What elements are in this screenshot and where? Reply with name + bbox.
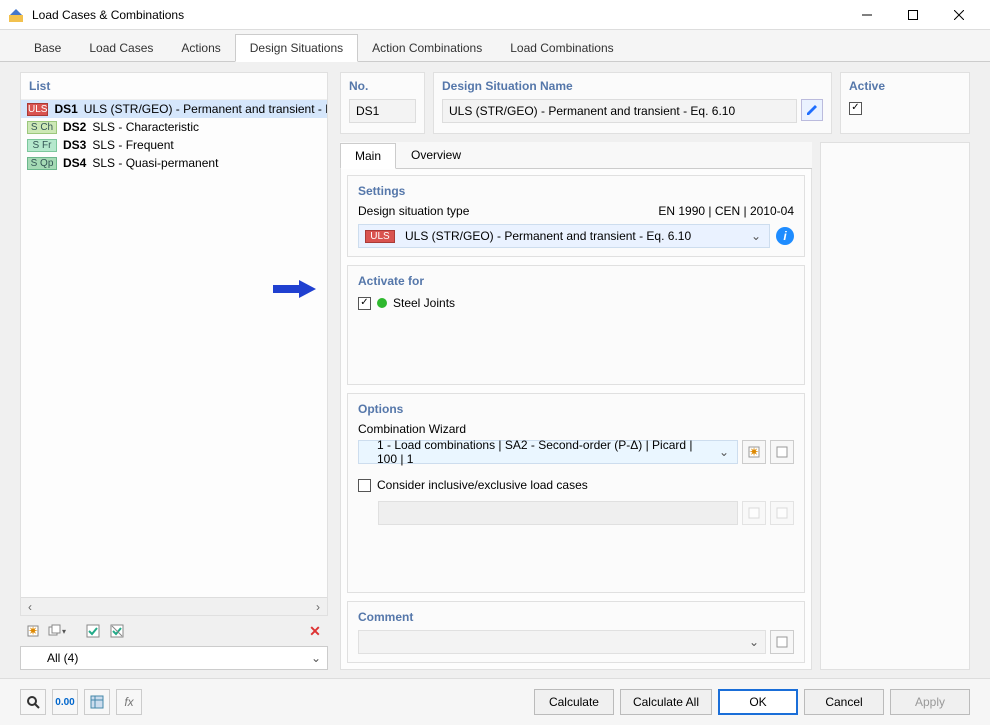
wizard-label: Combination Wizard [358, 422, 794, 436]
activate-card: Activate for Steel Joints [347, 265, 805, 385]
search-tool-button[interactable] [20, 689, 46, 715]
status-dot-icon [377, 298, 387, 308]
wizard-edit-button[interactable] [770, 440, 794, 464]
calculate-button[interactable]: Calculate [534, 689, 614, 715]
badge-sqp: S Qp [27, 157, 57, 170]
copy-item-button[interactable]: ▾ [46, 620, 68, 642]
svg-text:✷: ✷ [749, 445, 759, 459]
comment-edit-button[interactable] [770, 630, 794, 654]
list-hscroll[interactable]: ‹ › [21, 597, 327, 615]
consider-edit-button [770, 501, 794, 525]
standard-label: EN 1990 | CEN | 2010-04 [658, 204, 794, 218]
apply-button[interactable]: Apply [890, 689, 970, 715]
tab-action-combinations[interactable]: Action Combinations [358, 35, 496, 61]
maximize-button[interactable] [890, 0, 936, 30]
titlebar: Load Cases & Combinations [0, 0, 990, 30]
consider-new-button [742, 501, 766, 525]
type-label: Design situation type [358, 204, 469, 218]
main-tabs: Base Load Cases Actions Design Situation… [0, 30, 990, 62]
type-dropdown[interactable]: ULS ULS (STR/GEO) - Permanent and transi… [358, 224, 770, 248]
minimize-button[interactable] [844, 0, 890, 30]
activate-steel-joints[interactable]: Steel Joints [358, 296, 455, 310]
name-panel: Design Situation Name ULS (STR/GEO) - Pe… [433, 72, 832, 134]
list-heading: List [21, 73, 327, 100]
calculate-all-button[interactable]: Calculate All [620, 689, 712, 715]
list-filter-dropdown[interactable]: All (4) ⌄ [20, 646, 328, 670]
list-row-ds4[interactable]: S Qp DS4 SLS - Quasi-permanent [21, 154, 327, 172]
options-card: Options Combination Wizard 1 - Load comb… [347, 393, 805, 593]
settings-card: Settings Design situation type EN 1990 |… [347, 175, 805, 257]
list-row-ds1[interactable]: ULS DS1 ULS (STR/GEO) - Permanent and tr… [21, 100, 327, 118]
info-icon[interactable]: i [776, 227, 794, 245]
no-field: DS1 [349, 99, 416, 123]
situation-list: List ULS DS1 ULS (STR/GEO) - Permanent a… [20, 72, 328, 616]
tab-design-situations[interactable]: Design Situations [235, 34, 358, 62]
name-field[interactable]: ULS (STR/GEO) - Permanent and transient … [442, 99, 797, 123]
comment-card: Comment ⌄ [347, 601, 805, 663]
consider-checkbox[interactable]: Consider inclusive/exclusive load cases [358, 478, 588, 492]
subtab-main[interactable]: Main [340, 143, 396, 169]
comment-dropdown[interactable]: ⌄ [358, 630, 766, 654]
chevron-down-icon: ⌄ [715, 445, 733, 459]
window-title: Load Cases & Combinations [32, 8, 844, 22]
preview-panel [820, 142, 970, 670]
units-tool-button[interactable]: 0.00 [52, 689, 78, 715]
fx-tool-button[interactable]: fx [116, 689, 142, 715]
uncheck-all-button[interactable] [106, 620, 128, 642]
tab-base[interactable]: Base [20, 35, 75, 61]
detail-subtabs: Main Overview [340, 142, 812, 169]
ok-button[interactable]: OK [718, 689, 798, 715]
chevron-down-icon: ⌄ [311, 651, 321, 665]
subtab-overview[interactable]: Overview [396, 142, 476, 168]
tab-actions[interactable]: Actions [167, 35, 234, 61]
pointer-arrow-icon [273, 278, 317, 300]
table-tool-button[interactable] [84, 689, 110, 715]
badge-uls: ULS [27, 103, 48, 116]
scroll-right-icon[interactable]: › [309, 600, 327, 614]
scroll-left-icon[interactable]: ‹ [21, 600, 39, 614]
delete-item-button[interactable]: ✕ [304, 620, 326, 642]
chevron-down-icon: ⌄ [743, 635, 765, 649]
list-toolbar: ✷ ▾ ✕ [20, 616, 328, 646]
close-button[interactable] [936, 0, 982, 30]
app-icon [8, 7, 24, 23]
wizard-dropdown[interactable]: 1 - Load combinations | SA2 - Second-ord… [358, 440, 738, 464]
wizard-new-button[interactable]: ✷ [742, 440, 766, 464]
badge-sfr: S Fr [27, 139, 57, 152]
consider-field-disabled [378, 501, 738, 525]
active-panel: Active [840, 72, 970, 134]
chevron-down-icon: ⌄ [747, 229, 765, 243]
tab-load-combinations[interactable]: Load Combinations [496, 35, 627, 61]
footer: 0.00 fx Calculate Calculate All OK Cance… [0, 678, 990, 725]
no-panel: No. DS1 [340, 72, 425, 134]
list-row-ds2[interactable]: S Ch DS2 SLS - Characteristic [21, 118, 327, 136]
active-checkbox[interactable] [849, 102, 862, 115]
list-row-ds3[interactable]: S Fr DS3 SLS - Frequent [21, 136, 327, 154]
edit-name-button[interactable] [801, 99, 823, 121]
check-all-button[interactable] [82, 620, 104, 642]
tab-load-cases[interactable]: Load Cases [75, 35, 167, 61]
svg-text:✷: ✷ [28, 624, 38, 638]
badge-sch: S Ch [27, 121, 57, 134]
cancel-button[interactable]: Cancel [804, 689, 884, 715]
new-item-button[interactable]: ✷ [22, 620, 44, 642]
